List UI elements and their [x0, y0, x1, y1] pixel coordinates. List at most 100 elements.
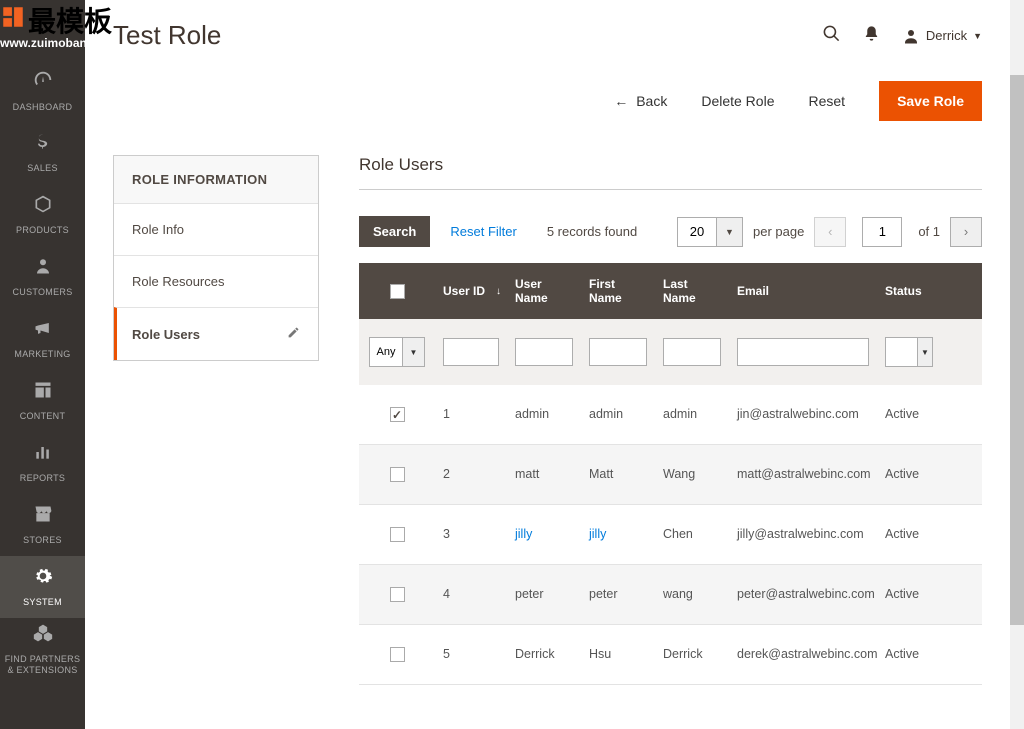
sidebar-label: PRODUCTS: [13, 225, 72, 236]
cell-last-name: wang: [655, 565, 729, 624]
reset-button[interactable]: Reset: [808, 93, 845, 109]
storefront-icon: [32, 504, 54, 530]
tabs-title: ROLE INFORMATION: [114, 156, 318, 203]
filter-user-id[interactable]: [443, 338, 499, 366]
sidebar-item-stores[interactable]: STORES: [0, 494, 85, 556]
chevron-down-icon: ▼: [921, 348, 929, 357]
sidebar-item-marketing[interactable]: MARKETING: [0, 308, 85, 370]
cell-last-name: Chen: [655, 505, 729, 564]
cell-email: derek@astralwebinc.com: [729, 625, 877, 684]
col-user-name[interactable]: User Name: [507, 263, 581, 319]
col-status[interactable]: Status: [877, 263, 941, 319]
delete-role-button[interactable]: Delete Role: [701, 93, 774, 109]
cell-status: Active: [877, 505, 941, 564]
select-all-checkbox[interactable]: [390, 284, 405, 299]
filter-status-select[interactable]: ▼: [885, 337, 933, 367]
tab-role-resources[interactable]: Role Resources: [114, 255, 318, 307]
reset-filter-link[interactable]: Reset Filter: [450, 224, 516, 239]
cell-last-name: admin: [655, 385, 729, 444]
sidebar-label: SYSTEM: [20, 597, 65, 608]
row-checkbox[interactable]: [390, 467, 405, 482]
sidebar-item-reports[interactable]: REPORTS: [0, 432, 85, 494]
bars-icon: [33, 442, 53, 468]
user-icon: [902, 27, 920, 45]
sidebar-item-find-partners-extensions[interactable]: FIND PARTNERS & EXTENSIONS: [0, 618, 85, 680]
page-actions: ← Back Delete Role Reset Save Role: [85, 61, 1010, 155]
role-tabs: ROLE INFORMATION Role InfoRole Resources…: [113, 155, 319, 361]
filter-last-name[interactable]: [663, 338, 721, 366]
cell-user-name: jilly: [507, 505, 581, 564]
save-role-button[interactable]: Save Role: [879, 81, 982, 121]
page-input[interactable]: [862, 217, 902, 247]
col-email[interactable]: Email: [729, 263, 877, 319]
table-row[interactable]: 3jillyjillyChenjilly@astralwebinc.comAct…: [359, 505, 982, 565]
scrollbar-track[interactable]: [1010, 0, 1024, 729]
cell-first-name: admin: [581, 385, 655, 444]
user-name: Derrick: [926, 28, 967, 43]
cell-email: matt@astralwebinc.com: [729, 445, 877, 504]
cell-last-name: Wang: [655, 445, 729, 504]
search-button[interactable]: Search: [359, 216, 430, 247]
grid-toolbar: Search Reset Filter 5 records found ▼ pe…: [359, 216, 982, 247]
next-page-button[interactable]: ›: [950, 217, 982, 247]
gauge-icon: [32, 69, 54, 97]
per-page-label: per page: [753, 224, 804, 239]
records-count: 5 records found: [547, 224, 637, 239]
cell-status: Active: [877, 385, 941, 444]
notifications-icon[interactable]: [863, 25, 880, 47]
sidebar-item-content[interactable]: CONTENT: [0, 370, 85, 432]
chevron-left-icon: ‹: [828, 224, 832, 239]
filter-email[interactable]: [737, 338, 869, 366]
per-page-value[interactable]: [677, 217, 717, 247]
sort-arrow-icon: ↓: [496, 286, 501, 297]
table-row[interactable]: 2mattMattWangmatt@astralwebinc.comActive: [359, 445, 982, 505]
page-content: Test Role Derrick ▼ ← Back Delete Role R…: [85, 0, 1010, 729]
filter-user-name[interactable]: [515, 338, 573, 366]
row-checkbox[interactable]: [390, 407, 405, 422]
cell-user-name: admin: [507, 385, 581, 444]
cell-user-id: 5: [435, 625, 507, 684]
tab-role-users[interactable]: Role Users: [114, 307, 318, 360]
back-button[interactable]: ← Back: [614, 93, 667, 109]
cell-user-name: Derrick: [507, 625, 581, 684]
gear-icon: [33, 566, 53, 592]
scrollbar-thumb[interactable]: [1010, 75, 1024, 625]
cell-user-id: 4: [435, 565, 507, 624]
grid-filter-row: ▼ ▼: [359, 319, 982, 385]
col-first-name[interactable]: First Name: [581, 263, 655, 319]
cell-user-id: 1: [435, 385, 507, 444]
cell-status: Active: [877, 625, 941, 684]
admin-sidebar: DASHBOARD SALES PRODUCTS CUSTOMERSMARKETING…: [0, 0, 85, 729]
sidebar-item-products[interactable]: PRODUCTS: [0, 184, 85, 246]
row-checkbox[interactable]: [390, 587, 405, 602]
sidebar-item-customers[interactable]: CUSTOMERS: [0, 246, 85, 308]
col-user-id[interactable]: User ID↓: [435, 263, 507, 319]
megaphone-icon: [32, 318, 54, 344]
sidebar-item-sales[interactable]: SALES: [0, 122, 85, 184]
per-page-selector[interactable]: ▼: [677, 217, 743, 247]
tab-role-info[interactable]: Role Info: [114, 203, 318, 255]
chevron-right-icon: ›: [964, 224, 968, 239]
row-checkbox[interactable]: [390, 527, 405, 542]
prev-page-button[interactable]: ‹: [814, 217, 846, 247]
cell-status: Active: [877, 565, 941, 624]
search-icon[interactable]: [822, 24, 841, 48]
sidebar-item-system[interactable]: SYSTEM: [0, 556, 85, 618]
cell-status: Active: [877, 445, 941, 504]
users-grid: User ID↓ User Name First Name Last Name …: [359, 263, 982, 685]
user-menu[interactable]: Derrick ▼: [902, 27, 982, 45]
filter-any-select[interactable]: ▼: [369, 337, 425, 367]
cell-email: jilly@astralwebinc.com: [729, 505, 877, 564]
col-last-name[interactable]: Last Name: [655, 263, 729, 319]
table-row[interactable]: 5DerrickHsuDerrickderek@astralwebinc.com…: [359, 625, 982, 685]
arrow-left-icon: ←: [614, 93, 628, 109]
table-row[interactable]: 1adminadminadminjin@astralwebinc.comActi…: [359, 385, 982, 445]
per-page-dropdown-button[interactable]: ▼: [717, 217, 743, 247]
sidebar-label: SALES: [24, 163, 61, 174]
page-title: Test Role: [113, 20, 221, 51]
tab-content: Role Users Search Reset Filter 5 records…: [359, 155, 982, 685]
row-checkbox[interactable]: [390, 647, 405, 662]
sidebar-item-dashboard[interactable]: DASHBOARD: [0, 60, 85, 122]
filter-first-name[interactable]: [589, 338, 647, 366]
table-row[interactable]: 4peterpeterwangpeter@astralwebinc.comAct…: [359, 565, 982, 625]
